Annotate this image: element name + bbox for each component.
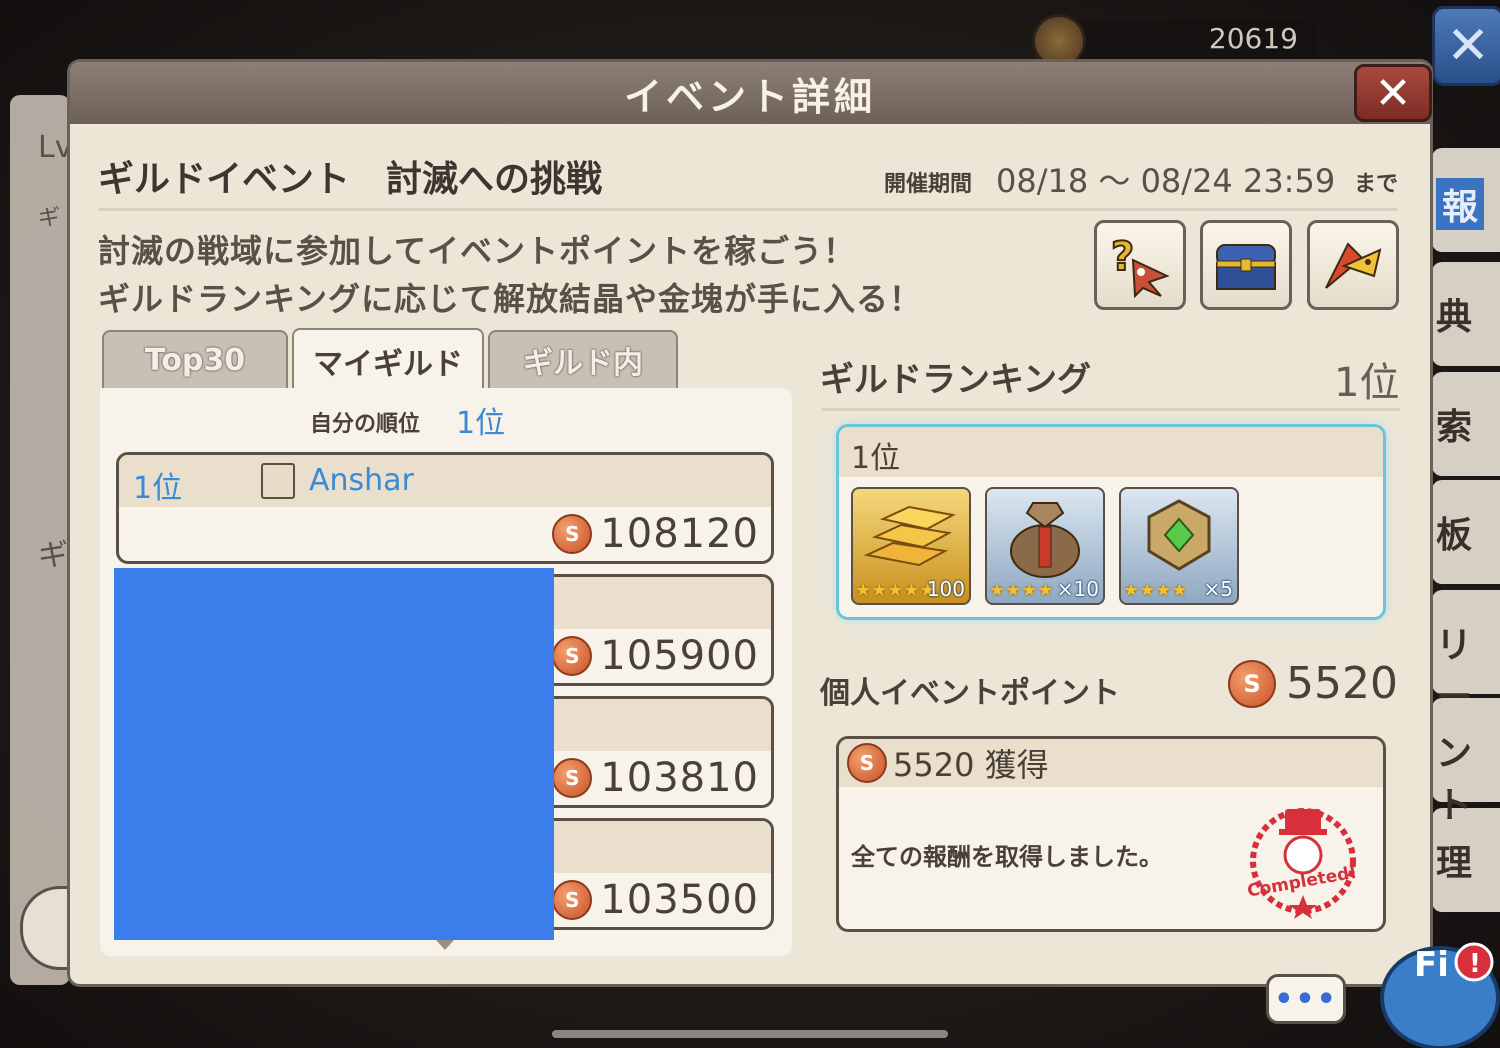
personal-points-value: 5520 [1286,658,1398,709]
my-rank-value: 1位 [456,406,506,441]
tab-top30[interactable]: Top30 [102,330,288,390]
redacted-region [114,568,554,940]
guild-battle-button[interactable] [1307,220,1399,310]
event-point-icon: S [1228,659,1277,708]
tab-my-guild[interactable]: マイギルド [292,328,484,392]
close-icon: ✕ [1374,67,1412,119]
ranking-reward-card: 1位 ★★★★★ 100 ★★★★ ×10 ★★★★ ×5 [836,424,1386,620]
obtained-points-label: 5520 獲得 [893,746,1049,784]
guild-ranking-title: ギルドランキング [820,360,1091,400]
personal-points-title: 個人イベントポイント [820,676,1120,711]
row-points: 108120 [600,511,759,557]
close-button[interactable]: ✕ [1354,64,1432,122]
crystal-emblem-icon [1147,499,1211,571]
ranking-row[interactable]: 1位 Anshar S 108120 [116,452,774,564]
mascot-label: Fi [1414,945,1449,985]
gold-bars-icon [863,505,956,567]
event-point-icon: S [847,743,887,783]
background-label: ギ [38,206,61,231]
event-description-line: 討滅の戦域に参加してイベントポイントを稼ごう！ [98,232,857,270]
dialog-header: イベント詳細 [70,62,1430,124]
help-button[interactable]: ? [1094,220,1186,310]
period-value: 08/18 ～ 08/24 23:59 [996,162,1336,200]
row-rank: 1位 [133,471,183,506]
reward-item[interactable]: ★★★★★ 100 [851,487,971,605]
scroll-down-indicator [436,940,454,950]
period-label: 開催期間 [884,172,973,197]
reward-quantity: ×10 [1056,577,1099,601]
reward-rarity: ★★★★ [989,580,1054,601]
background-right-label: 報 [1436,178,1485,230]
reward-quantity: ×5 [1203,577,1233,601]
event-name: ギルドイベント 討滅への挑戦 [98,159,603,200]
event-point-icon: S [552,758,593,798]
background-close-button[interactable]: ✕ [1432,6,1500,86]
all-rewards-message: 全ての報酬を取得しました。 [851,843,1163,871]
row-points: 105900 [600,633,759,679]
reward-rank: 1位 [851,441,901,476]
background-label: ギ [38,538,68,573]
period-suffix: まで [1354,172,1399,197]
my-rank-label: 自分の順位 [310,412,421,437]
background-right-label: リー [1436,625,1473,718]
background-level-label: Lv [38,130,73,165]
currency-value: 20619 [1208,22,1298,55]
background-right-label: ント [1436,733,1473,826]
event-description-line: ギルドランキングに応じて解放結晶や金塊が手に入る！ [98,280,923,318]
event-point-icon: S [552,880,593,920]
background-right-label: 板 [1436,515,1473,556]
reward-rarity: ★★★★★ [855,580,936,601]
treasure-chest-icon [1216,244,1276,290]
row-points: 103500 [600,877,759,923]
guild-emblem-icon [261,463,295,499]
help-icon: ? [1110,233,1170,299]
svg-text:!: ! [1469,949,1481,979]
divider [822,408,1400,411]
chat-button[interactable]: ••• [1266,974,1346,1024]
divider [98,208,1398,211]
completed-stamp-icon: Completed! [1246,808,1359,919]
reward-item[interactable]: ★★★★ ×10 [985,487,1105,605]
guild-name: Anshar [309,463,414,498]
row-points: 103810 [600,755,759,801]
mascot-helper-icon[interactable]: Fi ! [1360,918,1500,1048]
reward-quantity: 100 [926,577,965,601]
item-bag-icon [1010,502,1080,578]
chat-dots: ••• [1274,981,1338,1017]
tab-guild-internal[interactable]: ギルド内 [488,330,678,390]
svg-text:?: ? [1111,234,1134,280]
guild-ranking-value: 1位 [1334,360,1400,406]
reward-item[interactable]: ★★★★ ×5 [1119,487,1239,605]
dialog-title: イベント詳細 [623,74,876,119]
reward-chest-button[interactable] [1200,220,1292,310]
event-point-icon: S [552,636,593,676]
flag-icon [1325,242,1382,289]
background-right-label: 理 [1436,843,1473,884]
background-right-label: 索 [1436,407,1473,448]
reward-rarity: ★★★★ [1123,580,1188,601]
home-indicator[interactable] [552,1030,948,1038]
personal-reward-card: S 5520 獲得 全ての報酬を取得しました。 Completed! [836,736,1386,932]
event-point-icon: S [552,514,593,554]
background-right-label: 典 [1436,297,1473,338]
currency-icon [1032,14,1086,68]
